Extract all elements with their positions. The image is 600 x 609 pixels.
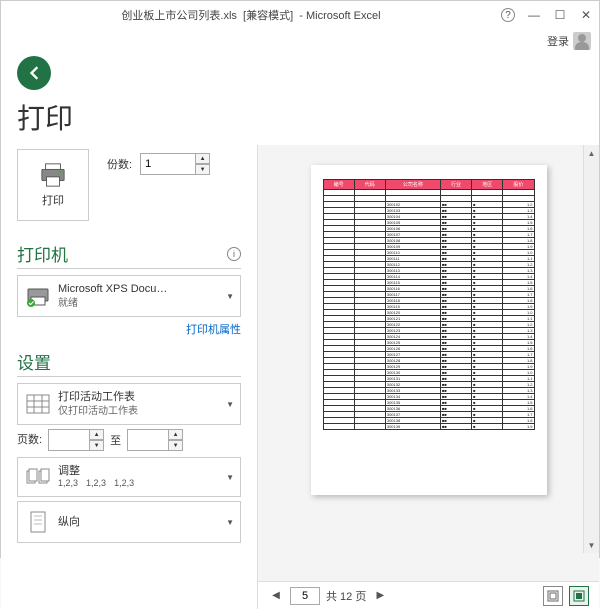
scroll-down-icon[interactable]: ▼ xyxy=(584,537,599,553)
titlebar: 创业板上市公司列表.xls [兼容模式] - Microsoft Excel ?… xyxy=(1,1,599,29)
copies-label: 份数: xyxy=(107,156,132,172)
pages-to-label: 至 xyxy=(110,432,121,448)
page-to-input[interactable] xyxy=(127,429,169,451)
next-page-button[interactable]: ▶ xyxy=(372,588,388,604)
info-icon[interactable]: i xyxy=(227,247,241,261)
page-title: 打印 xyxy=(1,93,599,145)
zoom-to-page-button[interactable] xyxy=(569,586,589,606)
help-icon[interactable]: ? xyxy=(501,8,515,22)
portrait-icon xyxy=(24,508,52,536)
preview-table: 编号代码公司名称行业地区股价 300102■■■1.2300103■■■1.33… xyxy=(323,179,535,430)
print-button[interactable]: 打印 xyxy=(17,149,89,221)
printer-properties-link[interactable]: 打印机属性 xyxy=(17,321,241,337)
printer-status: 就绪 xyxy=(58,297,220,310)
worksheet-icon xyxy=(24,390,52,418)
printer-dropdown[interactable]: Microsoft XPS Docu… 就绪 ▼ xyxy=(17,275,241,317)
copies-down[interactable]: ▼ xyxy=(196,164,210,175)
copies-up[interactable]: ▲ xyxy=(196,153,210,164)
page-to-spinner[interactable]: ▲▼ xyxy=(127,429,183,451)
titlebar-text: 创业板上市公司列表.xls [兼容模式] - Microsoft Excel xyxy=(1,7,501,23)
avatar-icon[interactable] xyxy=(573,32,591,50)
page-total: 共 12 页 xyxy=(326,588,366,604)
preview-page: 编号代码公司名称行业地区股价 300102■■■1.2300103■■■1.33… xyxy=(311,165,547,495)
copies-input[interactable] xyxy=(140,153,196,175)
prev-page-button[interactable]: ◀ xyxy=(268,588,284,604)
chevron-down-icon: ▼ xyxy=(226,400,234,409)
print-scope-dropdown[interactable]: 打印活动工作表 仅打印活动工作表 ▼ xyxy=(17,383,241,425)
scrollbar-vertical[interactable]: ▲ ▼ xyxy=(583,145,599,553)
printer-device-icon xyxy=(24,282,52,310)
preview-panel: 编号代码公司名称行业地区股价 300102■■■1.2300103■■■1.33… xyxy=(257,145,599,609)
printer-icon xyxy=(38,162,68,188)
restore-icon[interactable]: ☐ xyxy=(553,8,567,22)
preview-footer: ◀ 共 12 页 ▶ xyxy=(258,581,599,609)
printer-name: Microsoft XPS Docu… xyxy=(58,282,220,296)
minimize-icon[interactable]: — xyxy=(527,8,541,22)
chevron-down-icon: ▼ xyxy=(226,518,234,527)
orientation-dropdown[interactable]: 纵向 ▼ xyxy=(17,501,241,543)
collate-dropdown[interactable]: 调整 1,2,3 1,2,3 1,2,3 ▼ xyxy=(17,457,241,497)
current-page-input[interactable] xyxy=(290,587,320,605)
printer-section-header: 打印机 i xyxy=(17,241,241,269)
show-margins-button[interactable] xyxy=(543,586,563,606)
scroll-up-icon[interactable]: ▲ xyxy=(584,145,599,161)
page-from-input[interactable] xyxy=(48,429,90,451)
collate-icon xyxy=(24,463,52,491)
close-icon[interactable]: ✕ xyxy=(579,8,593,22)
back-button[interactable] xyxy=(17,56,51,90)
chevron-down-icon: ▼ xyxy=(226,292,234,301)
left-panel: 打印 份数: ▲ ▼ 打印机 i xyxy=(1,145,257,609)
page-from-spinner[interactable]: ▲▼ xyxy=(48,429,104,451)
chevron-down-icon: ▼ xyxy=(226,473,234,482)
settings-section-header: 设置 xyxy=(17,349,241,377)
signin-link[interactable]: 登录 xyxy=(547,33,569,49)
pages-label: 页数: xyxy=(17,434,42,446)
account-bar: 登录 xyxy=(1,29,599,53)
copies-spinner[interactable]: ▲ ▼ xyxy=(140,153,210,175)
